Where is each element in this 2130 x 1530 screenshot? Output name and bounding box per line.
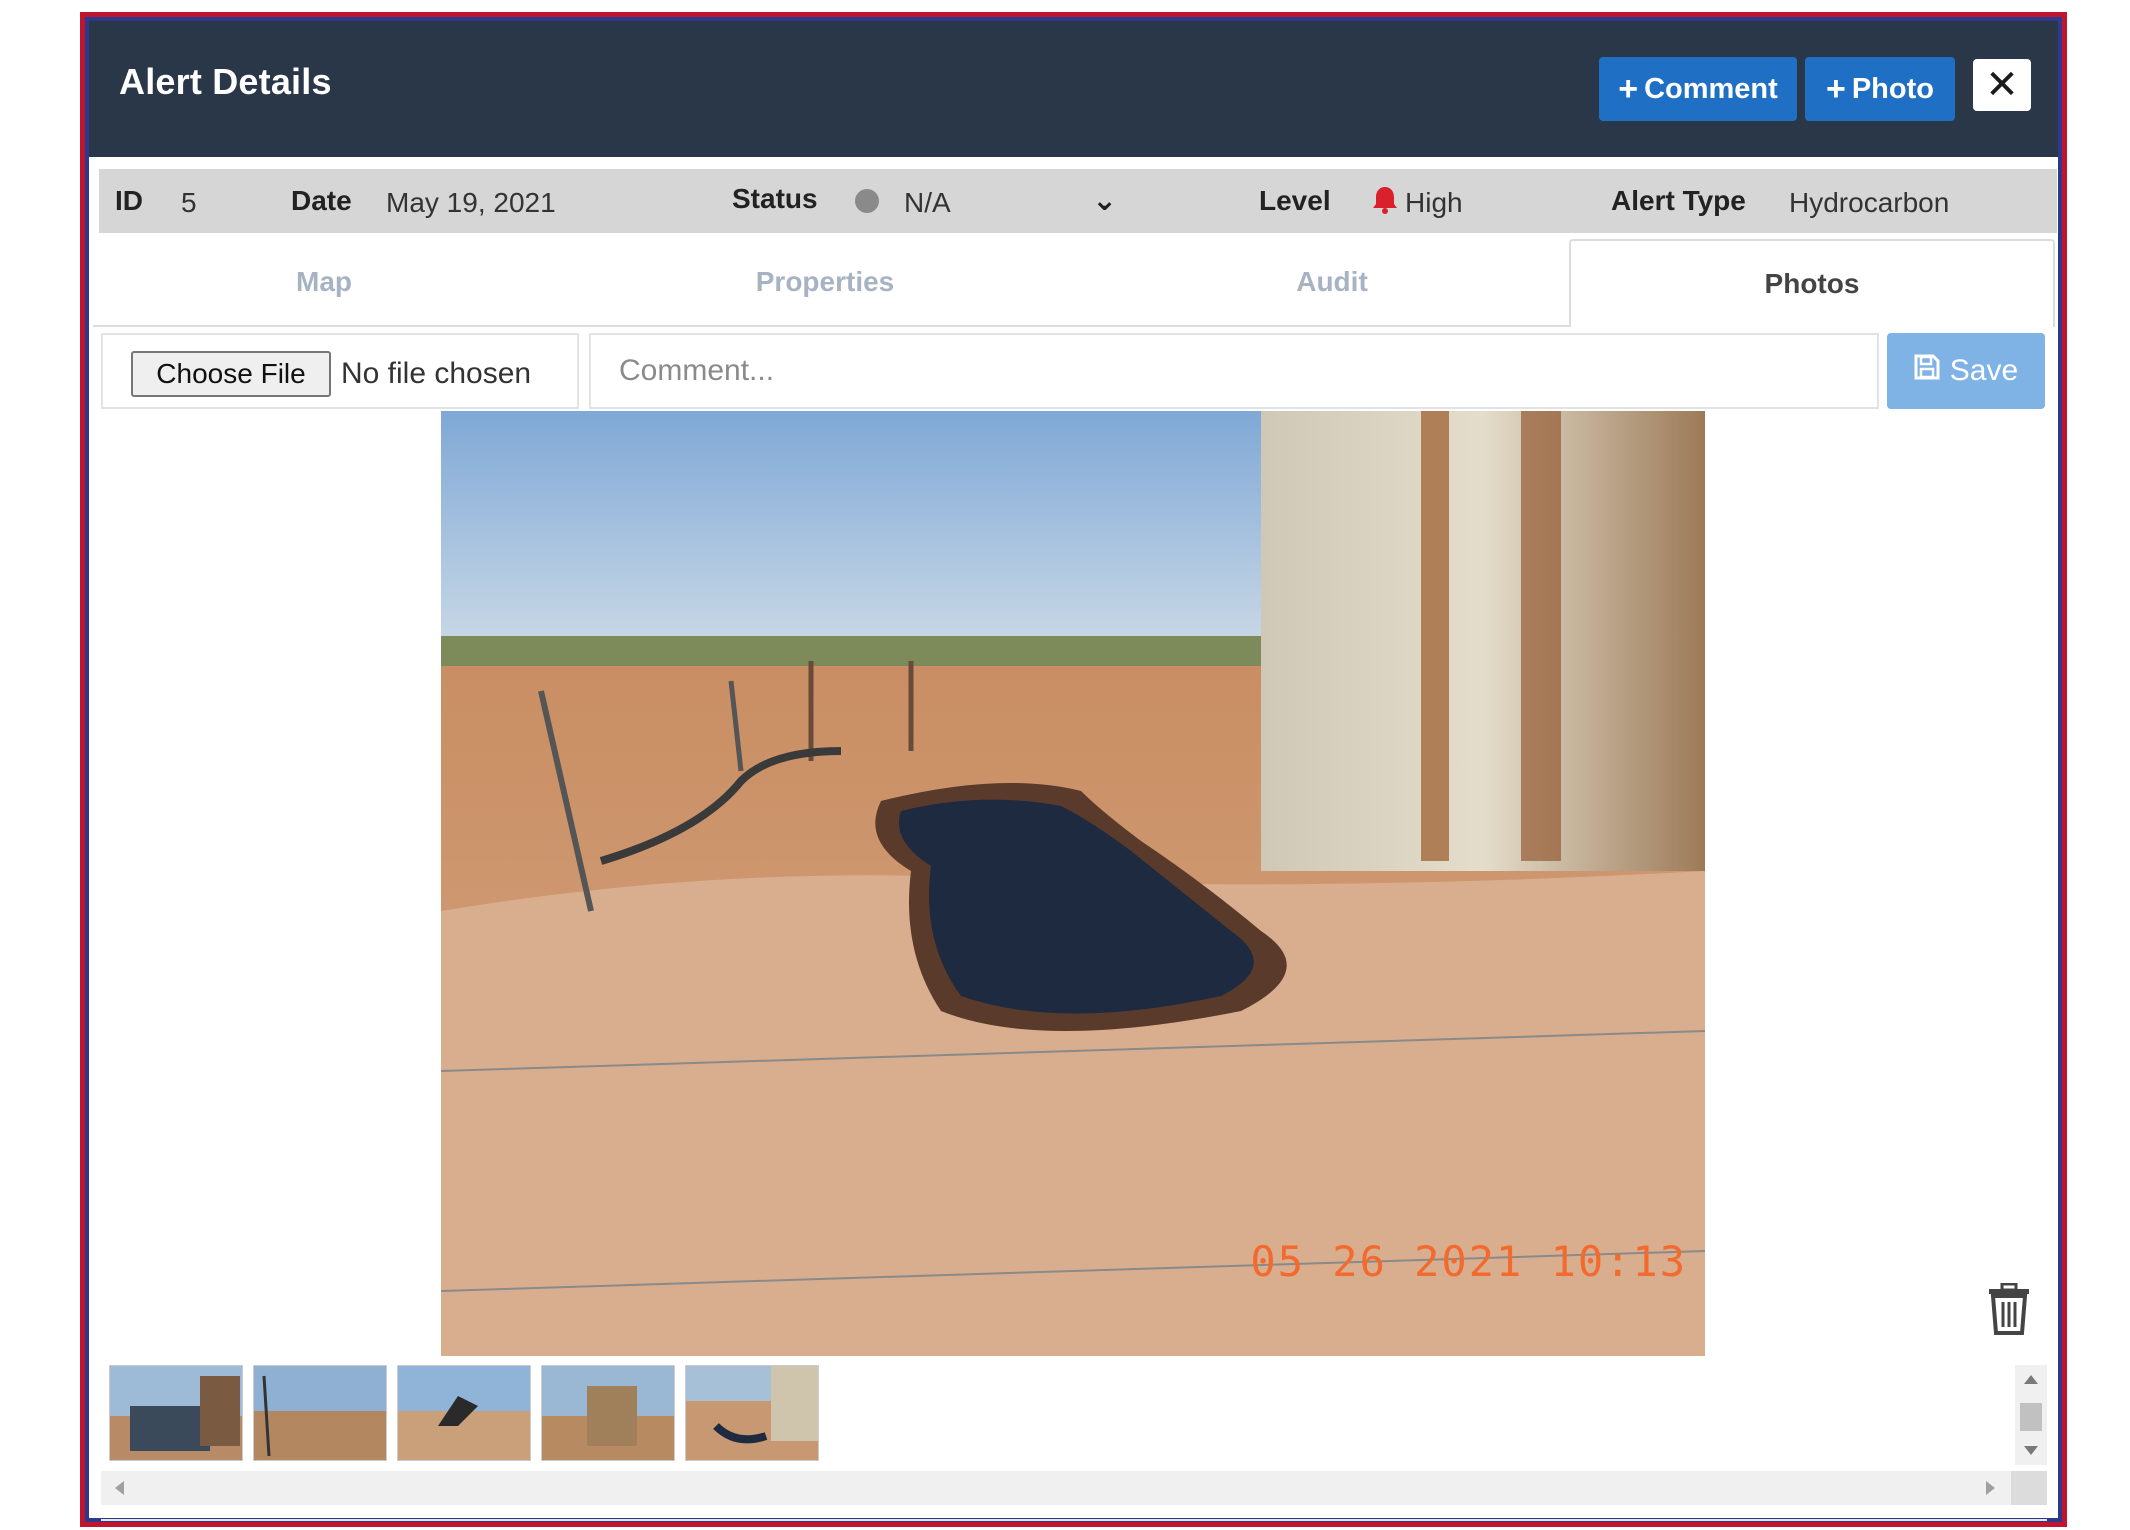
footer-divider — [101, 1519, 2047, 1521]
date-label: Date — [291, 185, 352, 216]
alert-info-bar: ID 5 Date May 19, 2021 Status N/A ⌄ Leve… — [99, 169, 2057, 233]
main-photo: 05 26 2021 10:13 — [441, 411, 1705, 1356]
tab-properties[interactable]: Properties — [555, 239, 1095, 327]
thumbnail-horizontal-scrollbar[interactable] — [101, 1471, 2047, 1505]
status-select-value[interactable]: N/A — [904, 187, 951, 219]
bell-icon — [1371, 185, 1399, 222]
chevron-down-icon[interactable]: ⌄ — [1092, 183, 1117, 218]
tab-bar: Map Properties Audit Photos — [93, 239, 2055, 327]
modal-frame: Alert Details + Comment + Photo ✕ ID 5 D… — [85, 17, 2062, 1522]
add-photo-label: Photo — [1851, 72, 1934, 105]
close-button[interactable]: ✕ — [1973, 59, 2031, 111]
tab-map[interactable]: Map — [93, 239, 555, 327]
no-file-text: No file chosen — [341, 357, 532, 390]
alert-type-label: Alert Type — [1611, 185, 1746, 216]
choose-file-button[interactable]: Choose File — [131, 351, 331, 397]
modal-title: Alert Details — [119, 61, 332, 102]
photo-timestamp: 05 26 2021 10:13 — [1250, 1237, 1687, 1286]
date-value: May 19, 2021 — [386, 187, 556, 218]
alert-details-modal: Alert Details + Comment + Photo ✕ ID 5 D… — [80, 12, 2067, 1527]
scrollbar-corner — [2011, 1471, 2047, 1505]
tab-audit[interactable]: Audit — [1095, 239, 1569, 327]
close-icon: ✕ — [1985, 63, 2019, 107]
status-label: Status — [732, 183, 818, 214]
id-label: ID — [115, 185, 143, 216]
scroll-left-icon[interactable] — [115, 1481, 124, 1495]
thumbnail-2[interactable] — [253, 1365, 387, 1461]
photo-upload-row: Choose File No file chosen Save — [101, 333, 2055, 409]
add-photo-button[interactable]: + Photo — [1805, 57, 1955, 121]
level-value: High — [1405, 187, 1463, 218]
save-button[interactable]: Save — [1887, 333, 2045, 409]
plus-icon: + — [1618, 70, 1639, 108]
tab-photos[interactable]: Photos — [1569, 239, 2055, 327]
scroll-down-icon[interactable] — [2024, 1446, 2038, 1455]
thumbnail-1[interactable] — [109, 1365, 243, 1461]
status-dot-icon — [855, 189, 879, 213]
file-input: Choose File No file chosen — [101, 333, 579, 409]
modal-header: Alert Details + Comment + Photo ✕ — [89, 21, 2058, 157]
floppy-disk-icon — [1914, 354, 1940, 388]
scroll-up-icon[interactable] — [2024, 1375, 2038, 1384]
level-label: Level — [1259, 185, 1331, 216]
trash-icon[interactable] — [1987, 1282, 2031, 1340]
add-comment-button[interactable]: + Comment — [1599, 57, 1797, 121]
id-value: 5 — [181, 187, 197, 218]
comment-input[interactable] — [589, 333, 1879, 409]
thumbnail-5[interactable] — [685, 1365, 819, 1461]
thumbnail-3[interactable] — [397, 1365, 531, 1461]
alert-type-value: Hydrocarbon — [1789, 187, 1950, 218]
scroll-thumb[interactable] — [2020, 1403, 2042, 1431]
thumbnail-4[interactable] — [541, 1365, 675, 1461]
save-label: Save — [1949, 354, 2019, 387]
plus-icon: + — [1825, 70, 1846, 108]
thumbnail-vertical-scrollbar[interactable] — [2015, 1365, 2047, 1465]
add-comment-label: Comment — [1644, 72, 1778, 105]
scroll-right-icon[interactable] — [1986, 1481, 1995, 1495]
